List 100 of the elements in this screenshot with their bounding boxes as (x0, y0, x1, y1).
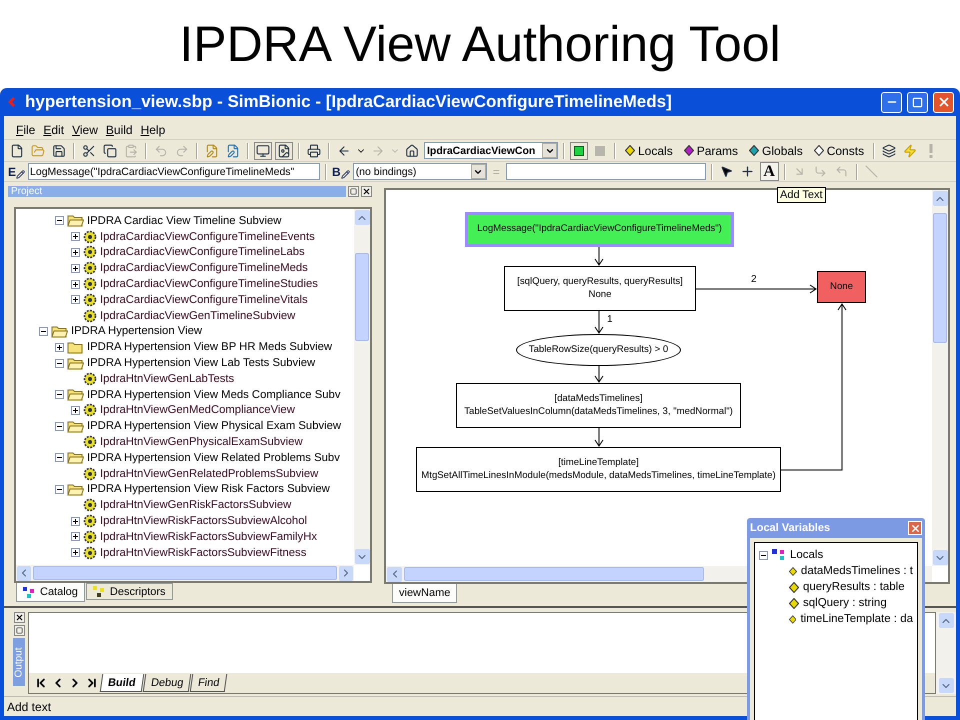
end-node[interactable]: None (817, 271, 866, 303)
behavior-label[interactable]: IpdraCardiacViewConfigureTimelineMeds (100, 262, 308, 274)
scrollbar-thumb[interactable] (933, 213, 947, 343)
descriptors-icon (92, 586, 106, 597)
expand-icon[interactable] (71, 264, 80, 273)
scrollbar-thumb[interactable] (404, 567, 704, 581)
collapse-icon[interactable] (55, 216, 64, 226)
menu-item[interactable]: Edit (39, 123, 68, 137)
action-node[interactable]: [sqlQuery, queryResults, queryResults] None (504, 266, 696, 311)
behavior-label[interactable]: IpdraHtnViewGenPhysicalExamSubview (100, 436, 303, 448)
expand-icon[interactable] (71, 516, 80, 526)
minimize-button[interactable] (881, 92, 902, 112)
open-folder-icon (51, 324, 68, 338)
variables-button[interactable]: Consts (810, 144, 868, 158)
expand-icon[interactable] (71, 248, 80, 257)
behavior-label[interactable]: IpdraHtnViewGenMedComplianceView (100, 404, 295, 416)
folder-label[interactable]: IPDRA Hypertension View Physical Exam Subview (87, 420, 342, 432)
gear-icon (83, 277, 97, 292)
close-icon (936, 95, 950, 109)
filled-square-icon[interactable] (570, 142, 588, 160)
view-tab[interactable]: viewName (392, 584, 458, 603)
panel-tab[interactable]: Catalog (16, 583, 85, 602)
home-icon[interactable] (403, 142, 421, 160)
expand-icon[interactable] (71, 532, 80, 542)
behavior-label[interactable]: IpdraHtnViewGenRelatedProblemsSubview (100, 468, 318, 480)
behavior-label[interactable]: IpdraHtnViewGenLabTests (100, 372, 234, 385)
behavior-label[interactable]: IpdraCardiacViewConfigureTimelineEvents (100, 230, 315, 243)
expand-icon[interactable] (71, 295, 80, 304)
gear-icon (83, 230, 97, 244)
menu-item[interactable]: Help (136, 123, 170, 137)
output-tab[interactable]: Find (190, 674, 228, 692)
behavior-label[interactable]: IpdraCardiacViewConfigureTimelineVitals (100, 294, 308, 306)
collapse-icon[interactable] (55, 390, 64, 400)
expand-icon[interactable] (71, 548, 80, 558)
restore-icon[interactable] (14, 625, 24, 636)
panel-tab[interactable]: Descriptors (86, 583, 173, 600)
behavior-label[interactable]: IpdraCardiacViewConfigureTimelineStudies (100, 278, 318, 290)
folder-label[interactable]: IPDRA Cardiac View Timeline Subview (87, 214, 282, 227)
collapse-icon[interactable] (55, 422, 64, 431)
behavior-label[interactable]: IpdraHtnViewRiskFactorsSubviewFamilyHx (100, 530, 318, 543)
close-button[interactable] (933, 92, 954, 112)
scrollbar-thumb[interactable] (32, 566, 338, 580)
bindings-select[interactable]: (no bindings) (352, 163, 487, 180)
expand-icon[interactable] (71, 406, 80, 415)
folder-label[interactable]: IPDRA Hypertension View BP HR Meds Subview (87, 341, 332, 354)
gear-icon (83, 514, 97, 528)
behavior-label[interactable]: IpdraHtnViewRiskFactorsSubviewAlcohol (100, 515, 307, 528)
menu-item[interactable]: Build (102, 123, 137, 137)
close-icon[interactable] (14, 612, 24, 623)
expand-icon[interactable] (71, 280, 80, 289)
add-text-tool[interactable]: A (760, 162, 779, 181)
close-icon (910, 522, 920, 534)
variables-button[interactable]: Params (680, 144, 742, 158)
print-icon[interactable] (305, 142, 323, 160)
condition-node[interactable]: TableRowSize(queryResults) > 0 (516, 334, 681, 366)
layers-icon[interactable] (880, 142, 898, 160)
action-node[interactable]: LogMessage("IpdraCardiacViewConfigureTimelineMeds") (465, 212, 734, 247)
collapse-icon[interactable] (55, 453, 64, 462)
behavior-label[interactable]: IpdraCardiacViewConfigureTimelineLabs (100, 246, 305, 258)
behavior-select[interactable]: IpdraCardiacViewCon (424, 142, 558, 159)
expand-icon[interactable] (55, 342, 64, 352)
folder-icon (67, 340, 84, 354)
collapse-icon[interactable] (759, 550, 768, 560)
behavior-label[interactable]: IpdraHtnViewGenRiskFactorsSubview (100, 499, 292, 512)
collapse-icon[interactable] (39, 326, 48, 336)
menu-item[interactable]: File (12, 123, 40, 137)
folder-label[interactable]: IPDRA Hypertension View Meds Compliance Subv (87, 388, 340, 401)
action-node[interactable]: [timeLineTemplate] MtgSetAllTimeLinesInModule(medsModule, dataMedsTimelines, timeLineTemplate) (416, 447, 781, 492)
binding-value-field[interactable] (506, 163, 706, 180)
expression-field[interactable]: LogMessage("IpdraCardiacViewConfigureTimelineMeds" (28, 163, 320, 180)
behavior-label[interactable]: IpdraHtnViewRiskFactorsSubviewFitness (100, 546, 306, 559)
scrollbar-thumb[interactable] (355, 253, 369, 341)
folder-label[interactable]: IPDRA Hypertension View (71, 325, 202, 338)
folder-label[interactable]: IPDRA Hypertension View Related Problems Subv (87, 452, 340, 464)
gear-icon (83, 435, 97, 450)
menu-item[interactable]: View (68, 123, 102, 137)
variable-label[interactable]: timeLineTemplate : da (800, 613, 913, 625)
tooltip: Add Text (777, 187, 826, 203)
copy-icon[interactable] (101, 142, 119, 160)
maximize-button[interactable] (907, 92, 928, 112)
variables-button[interactable]: Locals (621, 144, 677, 158)
folder-label[interactable]: IPDRA Hypertension View Risk Factors Subview (87, 483, 330, 496)
variable-label[interactable]: queryResults : table (803, 581, 905, 593)
collapse-icon[interactable] (55, 358, 64, 368)
variables-button[interactable]: Globals (745, 144, 807, 158)
action-node[interactable]: [dataMedsTimelines] TableSetValuesInColumn(dataMedsTimelines, 3, "medNormal") (456, 383, 741, 428)
tree-label[interactable]: Locals (790, 549, 824, 561)
output-tab[interactable]: Build (100, 674, 144, 692)
gear-icon (83, 546, 97, 560)
output-tab[interactable]: Debug (142, 674, 192, 692)
behavior-label[interactable]: IpdraCardiacViewGenTimelineSubview (100, 310, 296, 322)
expand-icon[interactable] (71, 232, 80, 242)
variable-label[interactable]: dataMedsTimelines : t (800, 565, 913, 577)
image-icon[interactable] (275, 142, 293, 160)
restore-icon[interactable] (348, 186, 359, 196)
collapse-icon[interactable] (55, 484, 64, 494)
variable-label[interactable]: sqlQuery : string (803, 597, 887, 609)
close-icon[interactable] (361, 186, 372, 196)
close-button[interactable] (908, 521, 922, 535)
folder-label[interactable]: IPDRA Hypertension View Lab Tests Subview (87, 357, 316, 370)
